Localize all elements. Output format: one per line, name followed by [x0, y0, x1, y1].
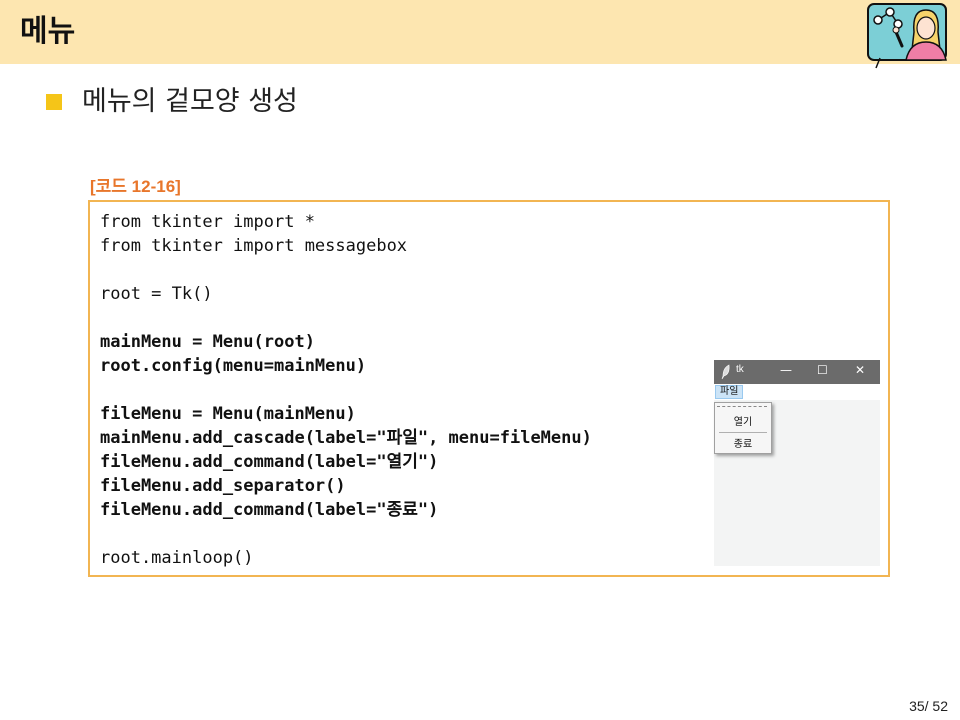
- tk-menubar: 파일: [714, 384, 880, 400]
- code-line: from tkinter import messagebox: [100, 236, 408, 256]
- code-line: mainMenu = Menu(root): [100, 332, 315, 352]
- tk-window-title: tk: [736, 364, 744, 375]
- code-line: root.mainloop(): [100, 548, 254, 568]
- minimize-button[interactable]: —: [780, 363, 792, 377]
- close-button[interactable]: ✕: [855, 363, 865, 377]
- code-line: mainMenu.add_cascade(label="파일", menu=fi…: [100, 428, 592, 448]
- code-line: from tkinter import *: [100, 212, 315, 232]
- code-line: fileMenu.add_separator(): [100, 476, 346, 496]
- presenter-avatar-icon: [867, 3, 947, 69]
- menu-item-open[interactable]: 열기: [715, 413, 771, 428]
- tk-window-preview: tk — ☐ ✕ 파일 열기 종료: [714, 360, 880, 566]
- page-number: 35/ 52: [909, 698, 948, 714]
- code-caption: [코드 12-16]: [90, 177, 181, 196]
- code-lines: from tkinter import * from tkinter import…: [100, 210, 592, 570]
- code-line: root = Tk(): [100, 284, 213, 304]
- tk-titlebar: tk — ☐ ✕: [714, 360, 880, 384]
- tearoff-line[interactable]: [717, 406, 767, 407]
- code-line: root.config(menu=mainMenu): [100, 356, 367, 376]
- bullet-heading: 메뉴의 겉모양 생성: [82, 86, 298, 117]
- feather-icon: [721, 364, 730, 380]
- bullet-square-icon: [46, 94, 62, 110]
- code-line: fileMenu.add_command(label="종료"): [100, 500, 439, 520]
- file-dropdown-menu: 열기 종료: [714, 402, 772, 454]
- menu-separator: [719, 432, 767, 433]
- menu-item-exit[interactable]: 종료: [715, 435, 771, 450]
- code-line: fileMenu = Menu(mainMenu): [100, 404, 356, 424]
- code-line: fileMenu.add_command(label="열기"): [100, 452, 439, 472]
- header-bar: 메뉴: [0, 0, 960, 69]
- slide-title: 메뉴: [20, 14, 76, 49]
- menu-file[interactable]: 파일: [715, 385, 744, 399]
- maximize-button[interactable]: ☐: [817, 363, 828, 377]
